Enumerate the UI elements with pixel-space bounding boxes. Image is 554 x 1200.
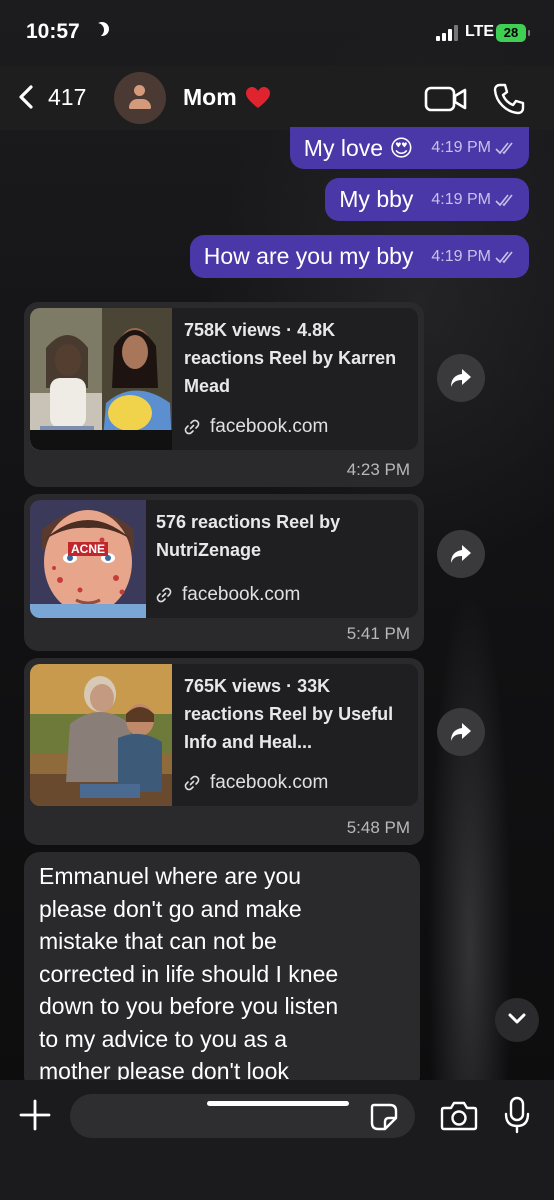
share-button[interactable] — [437, 530, 485, 578]
share-arrow-icon — [451, 369, 471, 387]
back-unread-count[interactable]: 417 — [48, 84, 86, 111]
battery-indicator: 28 — [496, 24, 530, 42]
message-time: 4:23 PM — [346, 460, 410, 479]
avatar[interactable] — [114, 72, 166, 124]
reel-thumbnail — [30, 664, 172, 806]
link-icon — [156, 587, 172, 603]
share-arrow-icon — [451, 723, 471, 741]
shared-reel-card[interactable]: 765K views · 33K reactions Reel by Usefu… — [24, 658, 424, 845]
thumbnail-label: ACNE — [68, 542, 109, 556]
message-text: My love 😍 — [303, 134, 414, 161]
chat-header: 417 Mom — [0, 66, 554, 130]
double-check-icon — [495, 251, 513, 263]
link-icon — [184, 775, 200, 791]
reel-preview[interactable]: ACNE 576 reactions Reel by NutriZenage f… — [30, 500, 418, 618]
outgoing-message[interactable]: My bby 4:19 PM — [325, 178, 529, 221]
reel-thumbnail: ACNE — [30, 500, 146, 618]
shared-reel-card[interactable]: ACNE 576 reactions Reel by NutriZenage f… — [24, 494, 424, 651]
reel-link-text: facebook.com — [210, 772, 329, 793]
signal-icon — [436, 25, 460, 41]
message-composer — [0, 1080, 554, 1200]
back-chevron-icon[interactable] — [14, 84, 40, 110]
message-time: 5:41 PM — [346, 624, 410, 643]
reel-link[interactable]: facebook.com — [184, 416, 328, 438]
sticker-icon[interactable] — [369, 1102, 399, 1132]
reel-title: 758K views · 4.8K reactions Reel by Karr… — [184, 320, 397, 396]
phone-icon[interactable] — [492, 82, 526, 116]
message-text: How are you my bby — [203, 243, 414, 269]
plus-icon[interactable] — [18, 1098, 52, 1132]
double-check-icon — [495, 142, 513, 155]
microphone-icon[interactable] — [504, 1096, 530, 1134]
reel-link[interactable]: facebook.com — [184, 772, 328, 794]
status-time: 10:57 — [26, 20, 80, 43]
message-meta: 4:19 PM — [431, 139, 517, 157]
outgoing-message[interactable]: How are you my bby 4:19 PM — [189, 235, 529, 278]
moon-icon — [90, 23, 104, 37]
reel-preview[interactable]: 765K views · 33K reactions Reel by Usefu… — [30, 664, 418, 806]
message-text: Emmanuel where are you please don't go a… — [39, 863, 339, 1084]
contact-name[interactable]: Mom — [183, 84, 237, 111]
reel-title: 765K views · 33K reactions Reel by Usefu… — [184, 676, 394, 752]
share-button[interactable] — [437, 354, 485, 402]
reel-link-text: facebook.com — [182, 584, 301, 605]
double-check-icon — [495, 194, 513, 206]
message-meta: 4:19 PM — [431, 191, 517, 209]
message-text: My bby — [339, 186, 414, 212]
scroll-to-bottom-button[interactable] — [495, 998, 539, 1042]
heart-icon — [246, 87, 270, 108]
reel-link-text: facebook.com — [210, 416, 329, 437]
reel-title: 576 reactions Reel by NutriZenage — [156, 512, 341, 560]
share-arrow-icon — [451, 545, 471, 563]
message-time: 4:19 PM — [431, 190, 491, 208]
message-meta: 4:19 PM — [431, 248, 517, 266]
incoming-message[interactable]: Emmanuel where are you please don't go a… — [24, 852, 420, 1092]
share-button[interactable] — [437, 708, 485, 756]
reel-thumbnail — [30, 308, 172, 450]
reel-preview[interactable]: 758K views · 4.8K reactions Reel by Karr… — [30, 308, 418, 450]
camera-icon[interactable] — [440, 1100, 478, 1132]
reel-link[interactable]: facebook.com — [156, 584, 300, 606]
home-indicator[interactable] — [207, 1101, 349, 1106]
status-bar: 10:57 LTE 28 — [0, 0, 554, 66]
link-icon — [184, 419, 200, 435]
video-call-icon[interactable] — [424, 84, 468, 114]
chevron-down-icon — [508, 1013, 526, 1024]
outgoing-message[interactable]: My love 😍 4:19 PM — [289, 127, 529, 169]
message-time: 4:19 PM — [431, 139, 491, 156]
message-time: 5:48 PM — [346, 818, 410, 837]
network-type: LTE — [465, 23, 495, 40]
person-icon — [134, 85, 145, 96]
message-time: 4:19 PM — [431, 247, 491, 265]
shared-reel-card[interactable]: 758K views · 4.8K reactions Reel by Karr… — [24, 302, 424, 487]
